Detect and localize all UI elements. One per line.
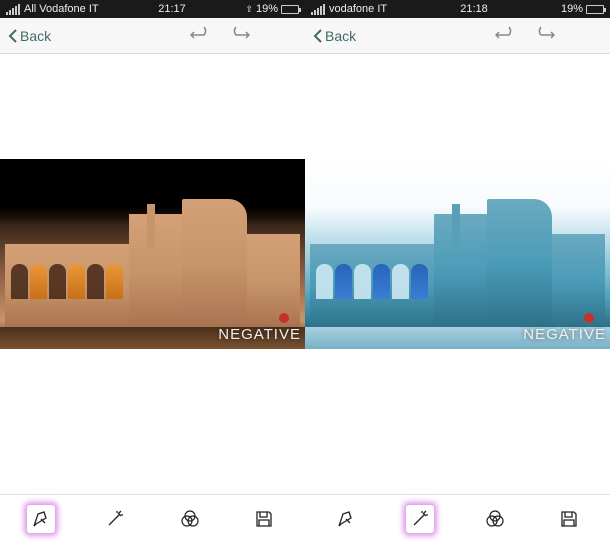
- save-tool-button[interactable]: [554, 504, 584, 534]
- chevron-left-icon: [8, 28, 18, 44]
- signal-icon: [311, 4, 325, 15]
- photo-negative: NEGATIVE: [305, 159, 610, 349]
- save-icon: [253, 508, 275, 530]
- status-bar: vodafone IT 21:18 19%: [305, 0, 610, 18]
- canvas[interactable]: NEGATIVE: [305, 54, 610, 494]
- channels-tool-button[interactable]: [480, 504, 510, 534]
- battery-percent: 19%: [561, 3, 583, 15]
- screen-left: All Vodafone IT 21:17 ⇧ 19% Back: [0, 0, 305, 542]
- wand-tool-button[interactable]: [100, 504, 130, 534]
- wand-tool-button[interactable]: [405, 504, 435, 534]
- undo-icon: [495, 25, 517, 41]
- filter-label: NEGATIVE: [218, 326, 301, 343]
- save-icon: [558, 508, 580, 530]
- carrier-label: All Vodafone IT: [24, 3, 99, 15]
- wand-icon: [104, 508, 126, 530]
- nav-bar: Back: [0, 18, 305, 54]
- redo-icon: [228, 25, 250, 41]
- photo-original: NEGATIVE: [0, 159, 305, 349]
- save-tool-button[interactable]: [249, 504, 279, 534]
- battery-icon: [281, 5, 299, 14]
- toolbar: [305, 494, 610, 542]
- status-bar: All Vodafone IT 21:17 ⇧ 19%: [0, 0, 305, 18]
- channels-icon: [179, 508, 201, 530]
- undo-button[interactable]: [190, 25, 212, 46]
- filter-label: NEGATIVE: [523, 326, 606, 343]
- back-button[interactable]: Back: [313, 28, 356, 44]
- redo-button[interactable]: [533, 25, 555, 46]
- undo-button[interactable]: [495, 25, 517, 46]
- carrier-label: vodafone IT: [329, 3, 387, 15]
- toolbar: [0, 494, 305, 542]
- back-label: Back: [20, 28, 51, 44]
- redo-button[interactable]: [228, 25, 250, 46]
- pen-tool-button[interactable]: [26, 504, 56, 534]
- clock: 21:17: [158, 3, 186, 15]
- marker-dot: [279, 313, 289, 323]
- channels-tool-button[interactable]: [175, 504, 205, 534]
- back-label: Back: [325, 28, 356, 44]
- channels-icon: [484, 508, 506, 530]
- pen-tool-icon: [335, 508, 357, 530]
- nav-bar: Back: [305, 18, 610, 54]
- undo-icon: [190, 25, 212, 41]
- signal-icon: [6, 4, 20, 15]
- battery-percent: 19%: [256, 3, 278, 15]
- canvas[interactable]: NEGATIVE: [0, 54, 305, 494]
- pen-tool-button[interactable]: [331, 504, 361, 534]
- chevron-left-icon: [313, 28, 323, 44]
- redo-icon: [533, 25, 555, 41]
- clock: 21:18: [460, 3, 488, 15]
- back-button[interactable]: Back: [8, 28, 51, 44]
- wand-icon: [409, 508, 431, 530]
- screen-right: vodafone IT 21:18 19% Back: [305, 0, 610, 542]
- pen-tool-icon: [30, 508, 52, 530]
- battery-icon: [586, 5, 604, 14]
- marker-dot: [584, 313, 594, 323]
